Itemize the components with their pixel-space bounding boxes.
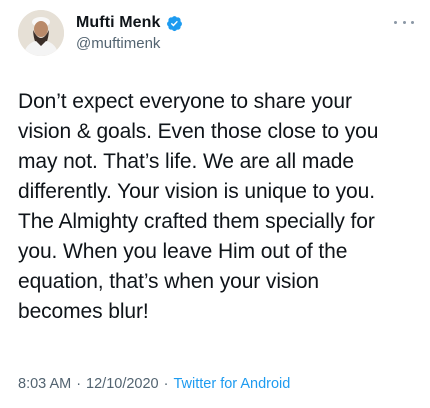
- meta-separator: ·: [76, 376, 82, 392]
- author-name-row: Mufti Menk: [76, 14, 183, 32]
- author-display-name[interactable]: Mufti Menk: [76, 14, 161, 32]
- avatar-image: [18, 10, 64, 56]
- more-options-icon[interactable]: [394, 14, 414, 30]
- more-dot-icon: [394, 20, 397, 24]
- tweet-meta: 8:03 AM · 12/10/2020 · Twitter for Andro…: [18, 376, 290, 392]
- author-handle[interactable]: @muftimenk: [76, 35, 160, 52]
- more-dot-icon: [402, 20, 406, 24]
- tweet-card: Mufti Menk @muftimenk Don’t expect every…: [0, 0, 430, 408]
- more-dot-icon: [411, 20, 414, 24]
- tweet-time[interactable]: 8:03 AM: [18, 376, 71, 392]
- avatar[interactable]: [18, 10, 64, 56]
- tweet-text: Don’t expect everyone to share your visi…: [18, 90, 379, 323]
- verified-badge-icon: [166, 15, 182, 31]
- tweet-source-link[interactable]: Twitter for Android: [173, 376, 290, 392]
- tweet-date[interactable]: 12/10/2020: [86, 376, 159, 392]
- meta-separator: ·: [163, 376, 169, 392]
